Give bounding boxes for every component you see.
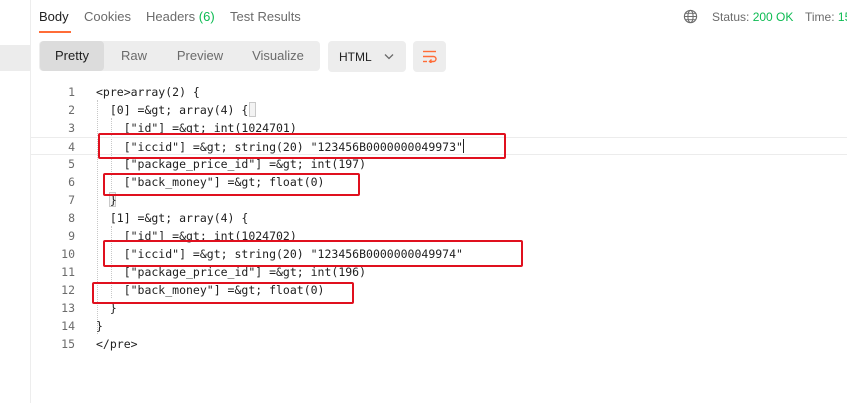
line-number: 6 [68, 175, 75, 189]
line-number: 7 [68, 193, 75, 207]
code-line: 1 <pre>array(2) { [31, 83, 847, 101]
view-raw-button[interactable]: Raw [106, 41, 162, 71]
annotation-box [98, 133, 506, 159]
code-line: 14} [31, 317, 847, 335]
globe-icon[interactable] [683, 9, 698, 24]
line-number: 4 [68, 140, 75, 154]
code-text: <pre>array(2) { [96, 85, 200, 99]
line-number: 2 [68, 103, 75, 117]
code-line: 15 </pre> [31, 335, 847, 353]
status-value: 200 OK [752, 10, 794, 24]
tab-cookies-label: Cookies [84, 9, 131, 24]
code-text: [0] =&gt; array(4) { [96, 103, 249, 117]
time-label: Time: [805, 10, 835, 24]
left-panel-selected-row[interactable] [0, 45, 30, 71]
wrap-lines-button[interactable] [413, 41, 446, 72]
status-label: Status: [712, 10, 750, 24]
tab-test-results[interactable]: Test Results [230, 9, 301, 24]
code-text: } [96, 319, 103, 333]
tab-headers[interactable]: Headers (6) [146, 9, 215, 24]
line-number: 5 [68, 157, 75, 171]
format-select[interactable]: HTML [328, 41, 406, 72]
line-number: 1 [68, 85, 75, 99]
code-line: 8 [1] =&gt; array(4) { [31, 209, 847, 227]
line-number: 8 [68, 211, 75, 225]
view-preview-button[interactable]: Preview [164, 41, 236, 71]
line-number: 11 [61, 265, 75, 279]
line-number: 15 [61, 337, 75, 351]
active-tab-indicator [39, 31, 71, 33]
tab-body[interactable]: Body [39, 9, 69, 24]
annotation-box [92, 282, 354, 304]
line-number: 12 [61, 283, 75, 297]
line-number: 14 [61, 319, 75, 333]
time-value: 15 [837, 10, 847, 24]
line-number: 13 [61, 301, 75, 315]
view-mode-switcher: Pretty Raw Preview Visualize [39, 41, 320, 71]
wrap-lines-icon [423, 50, 437, 63]
view-visualize-button[interactable]: Visualize [238, 41, 318, 71]
view-pretty-button[interactable]: Pretty [40, 41, 104, 71]
code-line: 2 [0] =&gt; array(4) { [31, 101, 847, 119]
chevron-down-icon [384, 54, 394, 60]
time-indicator[interactable]: Time: 15 [805, 10, 847, 24]
left-panel-edge [0, 0, 31, 403]
code-text: [1] =&gt; array(4) { [96, 211, 249, 225]
line-number: 3 [68, 121, 75, 135]
tab-body-label: Body [39, 9, 69, 24]
status-indicator[interactable]: Status: 200 OK [712, 10, 793, 24]
tab-cookies[interactable]: Cookies [84, 9, 131, 24]
code-text: </pre> [96, 337, 138, 351]
tab-test-results-label: Test Results [230, 9, 301, 24]
format-select-value: HTML [339, 50, 372, 64]
annotation-box [103, 173, 360, 196]
line-number: 9 [68, 229, 75, 243]
line-number: 10 [61, 247, 75, 261]
headers-count: (6) [198, 9, 215, 24]
tab-headers-label: Headers [146, 9, 196, 24]
annotation-box [103, 240, 523, 267]
